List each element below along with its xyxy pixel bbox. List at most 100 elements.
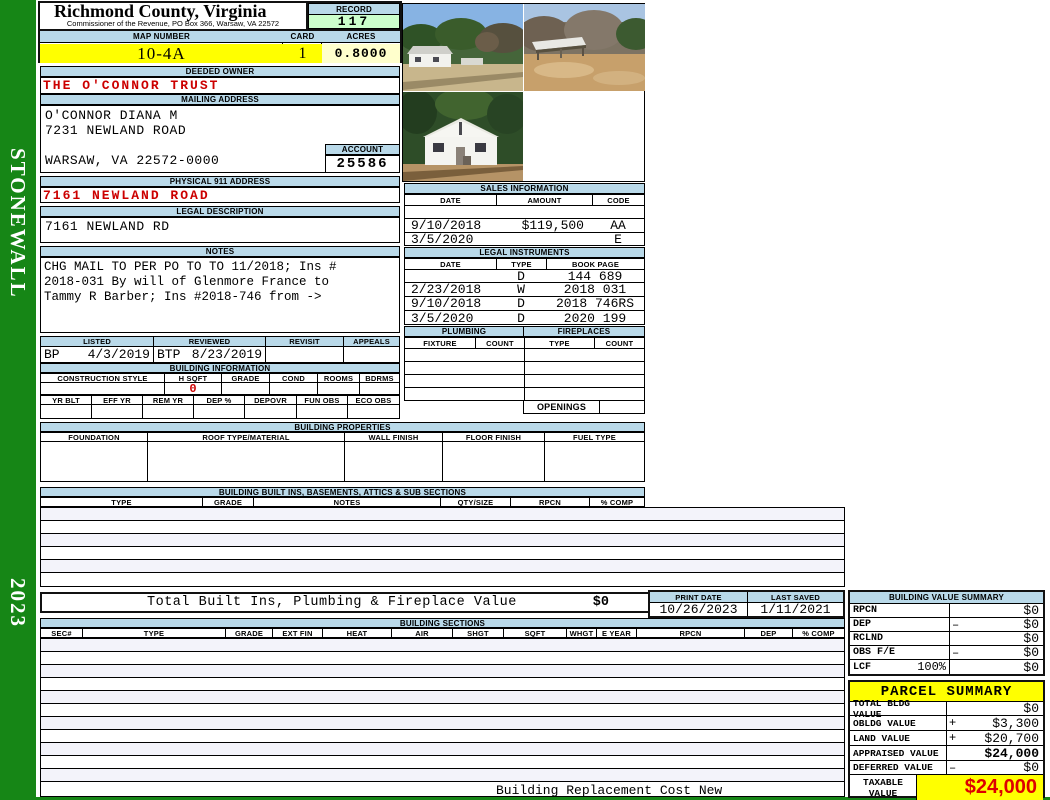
bi-col-grade: GRADE	[203, 497, 254, 507]
col-roof-type: ROOF TYPE/MATERIAL	[148, 432, 345, 442]
table-row	[41, 639, 844, 652]
property-record-card: STONEWALL 2023 Richmond County, Virginia…	[0, 0, 1050, 800]
print-info-values: 10/26/2023 1/11/2021	[650, 603, 843, 616]
replacement-cost-label: Building Replacement Cost New	[496, 783, 722, 798]
parcel-row: LAND VALUE +$20,700	[850, 731, 1043, 746]
property-photo-2	[524, 4, 645, 91]
col-eco-obs: ECO OBS	[348, 395, 400, 405]
notes-line-2: 2018-031 By will of Glenmore France to	[44, 275, 399, 290]
construction-style-value	[40, 383, 165, 395]
li-type: D	[496, 311, 546, 326]
sale-amount: $119,500	[496, 218, 592, 233]
table-row	[41, 560, 844, 573]
col-wall-finish: WALL FINISH	[345, 432, 443, 442]
fireplaces-col-count: COUNT	[594, 338, 644, 348]
appeals-value	[344, 347, 400, 363]
review-header-row: LISTED REVIEWED REVISIT APPEALS	[40, 336, 400, 347]
bdrms-value	[360, 383, 400, 395]
notes-line-1: CHG MAIL TO PER PO TO TO 11/2018; Ins #	[44, 260, 399, 275]
openings-label: OPENINGS	[523, 400, 600, 414]
summary-row: OBS F/E –$0	[850, 646, 1043, 660]
li-date: 2/23/2018	[405, 282, 496, 297]
depovr-value	[245, 405, 297, 419]
commissioner-line: Commissioner of the Revenue, PO Box 366,…	[40, 20, 306, 28]
taxable-value-amount: $24,000	[965, 776, 1037, 799]
bs-col-heat: HEAT	[323, 628, 392, 638]
eco-obs-value	[348, 405, 400, 419]
bi-col-pct-comp: % COMP	[590, 497, 645, 507]
reviewed-label: REVIEWED	[154, 336, 266, 347]
mailing-address-label: MAILING ADDRESS	[40, 94, 400, 105]
summary-value: $0	[962, 631, 1043, 646]
bi-col-type: TYPE	[40, 497, 203, 507]
bs-col-ext-fin: EXT FIN	[273, 628, 323, 638]
table-row	[41, 730, 844, 743]
legal-instruments-title: LEGAL INSTRUMENTS	[404, 247, 645, 258]
sidebar: STONEWALL 2023	[0, 0, 36, 800]
bs-col-air: AIR	[392, 628, 453, 638]
sales-col-code: CODE	[592, 195, 644, 205]
floor-finish-value	[443, 442, 545, 482]
card-box: CARD 1	[283, 31, 322, 63]
property-photo-1	[403, 4, 523, 91]
summary-row: LCF 100% $0	[850, 660, 1043, 674]
acres-box: ACRES 0.8000	[322, 31, 400, 63]
parcel-summary: PARCEL SUMMARY TOTAL BLDG VALUE $0 OBLDG…	[848, 680, 1045, 798]
building-properties-title: BUILDING PROPERTIES	[40, 422, 645, 432]
li-type: W	[496, 282, 546, 297]
sales-col-date: DATE	[405, 195, 496, 205]
notes-line-3: Tammy R Barber; Ins #2018-746 from ->	[44, 290, 399, 305]
bs-col-rpcn: RPCN	[637, 628, 745, 638]
li-col-bookpage: BOOK PAGE	[546, 259, 644, 269]
legal-instrument-row: 3/5/2020 D 2020 199	[405, 311, 644, 325]
summary-row: RPCN $0	[850, 604, 1043, 618]
mailing-line-1: O'CONNOR DIANA M	[45, 108, 178, 123]
summary-label: RCLND	[853, 633, 883, 644]
parcel-op: +	[947, 731, 959, 745]
table-row	[41, 717, 844, 730]
table-row	[41, 652, 844, 665]
sales-col-amount: AMOUNT	[496, 195, 592, 205]
summary-pct: 100%	[917, 660, 946, 674]
bs-col-grade: GRADE	[226, 628, 273, 638]
bs-col-dep: DEP	[745, 628, 793, 638]
fun-obs-value	[297, 405, 348, 419]
summary-op: –	[950, 646, 962, 660]
bs-col-shgt: SHGT	[453, 628, 504, 638]
reviewed-date: 8/23/2019	[192, 347, 262, 362]
building-properties-values	[40, 442, 645, 482]
parcel-row: APPRAISED VALUE $24,000	[850, 746, 1043, 761]
built-ins-title: BUILDING BUILT INS, BASEMENTS, ATTICS & …	[40, 487, 645, 497]
parcel-label: LAND VALUE	[853, 733, 910, 744]
deeded-owner-label: DEEDED OWNER	[40, 66, 400, 77]
built-ins-total-value: $0	[593, 595, 609, 610]
built-ins-total-label: Total Built Ins, Plumbing & Fireplace Va…	[147, 595, 517, 610]
parcel-label: DEFERRED VALUE	[853, 762, 933, 773]
wall-finish-value	[345, 442, 443, 482]
rooms-value	[318, 383, 360, 395]
summary-label: LCF	[853, 662, 871, 673]
header-block: Richmond County, Virginia Commissioner o…	[38, 1, 402, 63]
mailing-line-3: WARSAW, VA 22572-0000	[45, 153, 219, 168]
legal-instruments-table: DATE TYPE BOOK PAGE D 144 689 2/23/2018 …	[404, 258, 645, 325]
legal-instrument-row: 9/10/2018 D 2018 746RS	[405, 297, 644, 311]
sale-date: 3/5/2020	[405, 232, 496, 247]
summary-label: DEP	[853, 619, 871, 630]
col-rem-yr: REM YR	[143, 395, 194, 405]
col-floor-finish: FLOOR FINISH	[443, 432, 545, 442]
county-header: Richmond County, Virginia Commissioner o…	[40, 3, 308, 29]
col-foundation: FOUNDATION	[40, 432, 148, 442]
eff-yr-value	[92, 405, 143, 419]
table-row	[41, 508, 844, 521]
legal-description-value: 7161 NEWLAND RD	[40, 217, 400, 243]
plumbing-col-fixture: FIXTURE	[405, 338, 475, 348]
yr-blt-value	[40, 405, 92, 419]
legal-instrument-row: 2/23/2018 W 2018 031	[405, 283, 644, 297]
summary-value: $0	[962, 660, 1043, 675]
foundation-value	[40, 442, 148, 482]
revisit-value	[266, 347, 344, 363]
summary-value: $0	[962, 645, 1043, 660]
listed-by: BP	[44, 347, 60, 362]
acres-label: ACRES	[322, 31, 400, 43]
bs-col-sqft: SQFT	[504, 628, 567, 638]
